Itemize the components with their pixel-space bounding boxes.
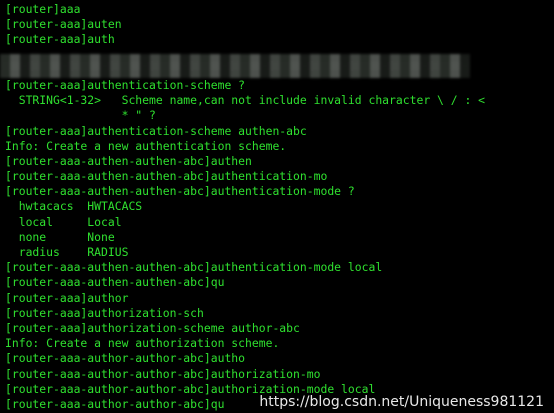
terminal-line: * " ?: [5, 108, 156, 123]
terminal-line: none None: [5, 229, 115, 244]
terminal-line: [router-aaa]authorization-scheme author-…: [5, 320, 300, 335]
terminal-window[interactable]: [router]aaa [router-aaa]auten [router-aa…: [0, 0, 554, 413]
terminal-line: Info: Create a new authentication scheme…: [5, 138, 287, 153]
terminal-line: [router-aaa-author-author-abc]autho: [5, 351, 246, 366]
terminal-line: [router-aaa-authen-authen-abc]authentica…: [5, 184, 355, 199]
terminal-line: [router]aaa: [5, 2, 81, 16]
terminal-line: [router-aaa]author: [5, 290, 129, 305]
terminal-line: [router-aaa-authen-authen-abc]qu: [5, 275, 225, 290]
terminal-line: Info: Create a new authorization scheme.: [5, 336, 280, 351]
terminal-line: [router-aaa]authentication-scheme authen…: [5, 123, 307, 138]
terminal-line: [router-aaa]auth: [5, 32, 115, 47]
terminal-line: hwtacacs HWTACACS: [5, 199, 143, 214]
terminal-line: [router-aaa-authen-authen-abc]authentica…: [5, 260, 383, 275]
terminal-line: STRING<1-32> Scheme name,can not include…: [5, 93, 486, 108]
redacted-blur-region: [0, 54, 470, 78]
terminal-line: [router-aaa-authen-authen-abc]authentica…: [5, 169, 328, 184]
terminal-line: [router-aaa-author-author-abc]authorizat…: [5, 366, 321, 381]
watermark-url: https://blog.csdn.net/Uniqueness981121: [259, 394, 544, 410]
terminal-line: radius RADIUS: [5, 245, 129, 259]
terminal-line: [router-aaa]authorization-sch: [5, 305, 204, 320]
terminal-line: [router-aaa]auten: [5, 17, 122, 32]
terminal-line: local Local: [5, 214, 122, 229]
terminal-line: [router-aaa]authentication-scheme ?: [5, 77, 246, 92]
terminal-line: [router-aaa-authen-authen-abc]authen: [5, 153, 252, 168]
